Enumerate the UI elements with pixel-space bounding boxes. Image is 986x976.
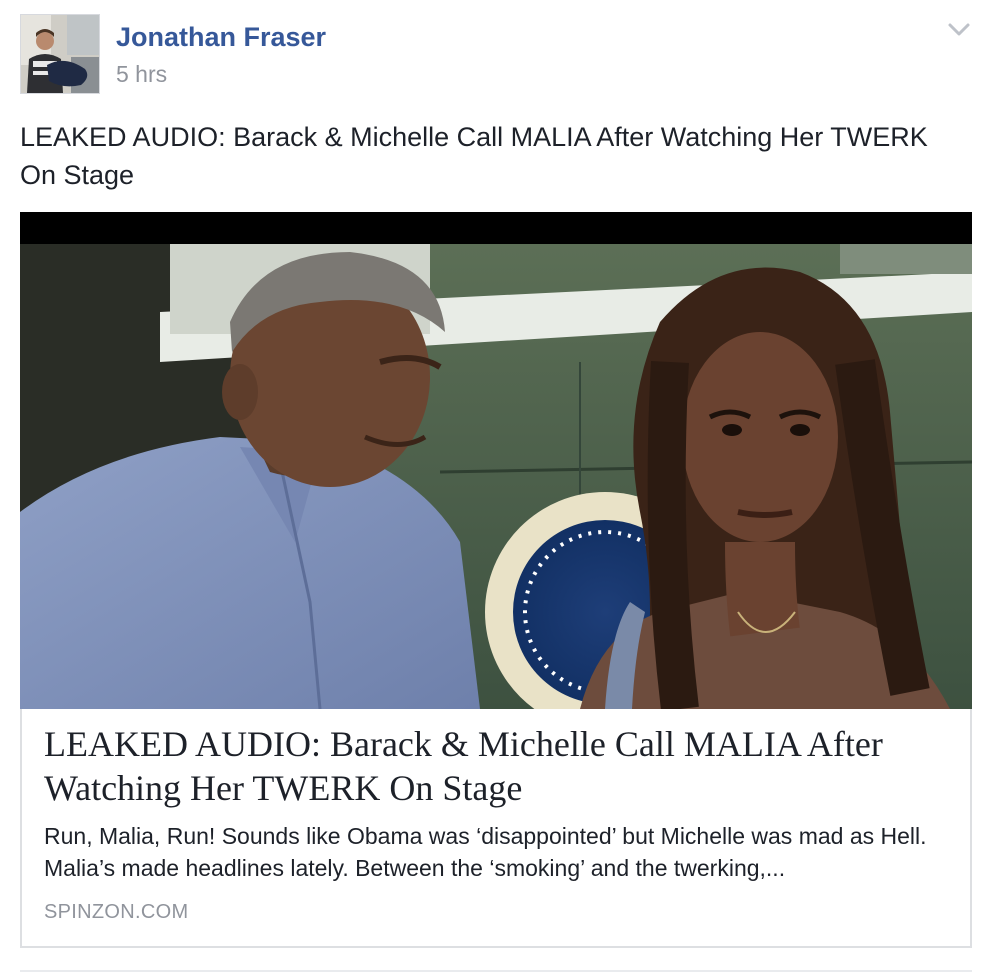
avatar-photo xyxy=(21,15,99,93)
post-timestamp[interactable]: 5 hrs xyxy=(116,61,167,87)
link-preview-description: Run, Malia, Run! Sounds like Obama was ‘… xyxy=(44,823,927,881)
link-preview-card[interactable]: LEAKED AUDIO: Barack & Michelle Call MAL… xyxy=(20,212,972,948)
post-header: Jonathan Fraser 5 hrs xyxy=(20,14,972,94)
chevron-down-icon[interactable] xyxy=(946,18,972,40)
link-preview-title[interactable]: LEAKED AUDIO: Barack & Michelle Call MAL… xyxy=(44,722,944,810)
preview-photo xyxy=(20,212,972,709)
author-name-link[interactable]: Jonathan Fraser xyxy=(116,22,326,52)
link-preview-image[interactable] xyxy=(20,212,972,709)
link-preview-domain: SPINZON.COM xyxy=(44,901,189,923)
link-preview-body: LEAKED AUDIO: Barack & Michelle Call MAL… xyxy=(44,722,944,924)
author-avatar[interactable] xyxy=(20,14,100,94)
post-text: LEAKED AUDIO: Barack & Michelle Call MAL… xyxy=(20,122,928,190)
post-divider xyxy=(20,970,972,972)
